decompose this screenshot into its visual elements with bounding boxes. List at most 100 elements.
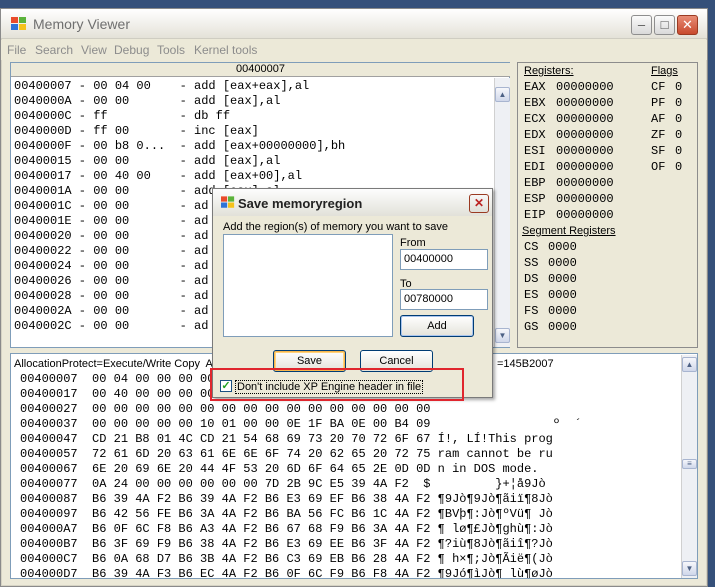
disassembler-row[interactable]: 00400007 - 00 04 00 - add [eax+eax],al xyxy=(14,79,494,94)
hex-row[interactable]: 00400067 6E 20 69 6E 20 44 4F 53 20 6D 6… xyxy=(20,462,680,477)
hex-row[interactable]: 004000B7 B6 3F 69 F9 B6 38 4A F2 B6 E3 6… xyxy=(20,537,680,552)
flag-name: SF xyxy=(651,144,666,158)
exclude-header-label[interactable]: Don't include XP Engine header in file xyxy=(235,380,424,394)
hex-row[interactable]: 00400037 00 00 00 00 00 10 01 00 00 0E 1… xyxy=(20,417,680,432)
flag-value[interactable]: 0 xyxy=(675,112,682,126)
segment-value[interactable]: 0000 xyxy=(548,320,577,334)
disassembler-row[interactable]: 00400015 - 00 00 - add [eax],al xyxy=(14,154,494,169)
hex-rows: 00400007 00 04 00 00 00 00 00 FF 00400017… xyxy=(20,372,680,578)
register-name: EDI xyxy=(524,160,546,174)
dialog-app-icon xyxy=(221,196,235,208)
hex-row[interactable]: 00400057 72 61 6D 20 63 61 6E 6E 6F 74 2… xyxy=(20,447,680,462)
dialog-title-bar[interactable]: Save memoryregion ✕ xyxy=(213,189,492,216)
maximize-icon: □ xyxy=(660,17,669,32)
register-name: ECX xyxy=(524,112,546,126)
hex-scrollbar[interactable]: ▲ ≡ ▼ xyxy=(681,355,697,578)
hex-scroll-down-icon[interactable]: ▼ xyxy=(682,561,697,576)
menu-tools[interactable]: Tools xyxy=(157,43,185,57)
to-input[interactable]: 00780000 xyxy=(400,289,488,310)
dialog-close-icon: ✕ xyxy=(473,196,485,210)
close-icon: ✕ xyxy=(682,17,693,32)
close-button[interactable]: ✕ xyxy=(677,15,698,35)
menu-view[interactable]: View xyxy=(81,43,107,57)
from-input[interactable]: 00400000 xyxy=(400,249,488,270)
dialog-close-button[interactable]: ✕ xyxy=(469,194,489,213)
allocation-info: AllocationProtect=Execute/Write Copy All xyxy=(14,358,218,370)
dialog-title: Save memoryregion xyxy=(238,196,363,211)
scroll-up-icon[interactable]: ▲ xyxy=(495,87,510,102)
register-value[interactable]: 00000000 xyxy=(556,128,614,142)
disassembler-row[interactable]: 0040000A - 00 00 - add [eax],al xyxy=(14,94,494,109)
register-name: EBP xyxy=(524,176,546,190)
flag-name: AF xyxy=(651,112,666,126)
save-button[interactable]: Save xyxy=(273,350,346,372)
save-memoryregion-dialog: Save memoryregion ✕ Add the region(s) of… xyxy=(212,188,493,398)
menu-search[interactable]: Search xyxy=(35,43,73,57)
hex-row[interactable]: 00400087 B6 39 4A F2 B6 39 4A F2 B6 E3 6… xyxy=(20,492,680,507)
register-value[interactable]: 00000000 xyxy=(556,192,614,206)
register-value[interactable]: 00000000 xyxy=(556,112,614,126)
title-bar[interactable]: Memory Viewer – □ ✕ xyxy=(1,9,707,39)
region-list[interactable] xyxy=(223,234,393,337)
maximize-button[interactable]: □ xyxy=(654,15,675,35)
menu-bar: File Search View Debug Tools Kernel tool… xyxy=(1,40,707,60)
segment-value[interactable]: 0000 xyxy=(548,240,577,254)
hex-row[interactable]: 00400097 B6 42 56 FE B6 3A 4A F2 B6 BA 5… xyxy=(20,507,680,522)
flag-value[interactable]: 0 xyxy=(675,96,682,110)
add-button[interactable]: Add xyxy=(400,315,474,337)
register-name: EIP xyxy=(524,208,546,222)
hex-row[interactable]: 004000C7 B6 0A 68 D7 B6 3B 4A F2 B6 C3 6… xyxy=(20,552,680,567)
minimize-button[interactable]: – xyxy=(631,15,652,35)
segment-name: DS xyxy=(524,272,539,286)
disassembler-row[interactable]: 00400017 - 00 40 00 - add [eax+00],al xyxy=(14,169,494,184)
segment-value[interactable]: 0000 xyxy=(548,272,577,286)
register-value[interactable]: 00000000 xyxy=(556,80,614,94)
register-name: EDX xyxy=(524,128,546,142)
hex-row[interactable]: 00400027 00 00 00 00 00 00 00 00 00 00 0… xyxy=(20,402,680,417)
menu-file[interactable]: File xyxy=(7,43,26,57)
segment-value[interactable]: 0000 xyxy=(548,304,577,318)
register-value[interactable]: 00000000 xyxy=(556,176,614,190)
hex-row[interactable]: 004000D7 B6 39 4A F3 B6 EC 4A F2 B6 0F 6… xyxy=(20,567,680,578)
checkmark-icon: ✓ xyxy=(221,380,231,392)
cancel-button[interactable]: Cancel xyxy=(360,350,433,372)
hex-scroll-up-icon[interactable]: ▲ xyxy=(682,357,697,372)
register-value[interactable]: 00000000 xyxy=(556,96,614,110)
flag-value[interactable]: 0 xyxy=(675,80,682,94)
register-name: EAX xyxy=(524,80,546,94)
flag-value[interactable]: 0 xyxy=(675,160,682,174)
register-value[interactable]: 00000000 xyxy=(556,144,614,158)
menu-kernel-tools[interactable]: Kernel tools xyxy=(194,43,257,57)
hex-row[interactable]: 004000A7 B6 0F 6C F8 B6 A3 4A F2 B6 67 6… xyxy=(20,522,680,537)
flags-title: Flags xyxy=(651,65,678,77)
flag-value[interactable]: 0 xyxy=(675,144,682,158)
flag-value[interactable]: 0 xyxy=(675,128,682,142)
flag-name: OF xyxy=(651,160,666,174)
disassembler-row[interactable]: 0040000F - 00 b8 0... - add [eax+0000000… xyxy=(14,139,494,154)
app-icon xyxy=(11,17,26,30)
segment-name: FS xyxy=(524,304,539,318)
hex-scroll-thumb[interactable]: ≡ xyxy=(682,459,697,469)
flag-name: CF xyxy=(651,80,666,94)
segment-value[interactable]: 0000 xyxy=(548,288,577,302)
dialog-instruction: Add the region(s) of memory you want to … xyxy=(223,221,448,233)
window-title: Memory Viewer xyxy=(33,16,130,32)
disassembler-row[interactable]: 0040000D - ff 00 - inc [eax] xyxy=(14,124,494,139)
disassembler-header: 00400007 xyxy=(11,63,510,77)
register-value[interactable]: 00000000 xyxy=(556,160,614,174)
disassembler-row[interactable]: 0040000C - ff - db ff xyxy=(14,109,494,124)
segment-value[interactable]: 0000 xyxy=(548,256,577,270)
flag-name: PF xyxy=(651,96,666,110)
flag-name: ZF xyxy=(651,128,666,142)
segment-registers-title: Segment Registers xyxy=(522,225,616,237)
scroll-down-icon[interactable]: ▼ xyxy=(495,328,510,343)
hex-row[interactable]: 00400077 0A 24 00 00 00 00 00 00 7D 2B 9… xyxy=(20,477,680,492)
menu-debug[interactable]: Debug xyxy=(114,43,149,57)
register-value[interactable]: 00000000 xyxy=(556,208,614,222)
allocation-info-right: =145B2007 xyxy=(497,358,554,370)
segment-name: ES xyxy=(524,288,539,302)
disassembler-scrollbar[interactable]: ▲ ▼ xyxy=(494,78,510,347)
segment-name: CS xyxy=(524,240,539,254)
hex-row[interactable]: 00400047 CD 21 B8 01 4C CD 21 54 68 69 7… xyxy=(20,432,680,447)
exclude-header-checkbox[interactable]: ✓ xyxy=(220,380,232,392)
